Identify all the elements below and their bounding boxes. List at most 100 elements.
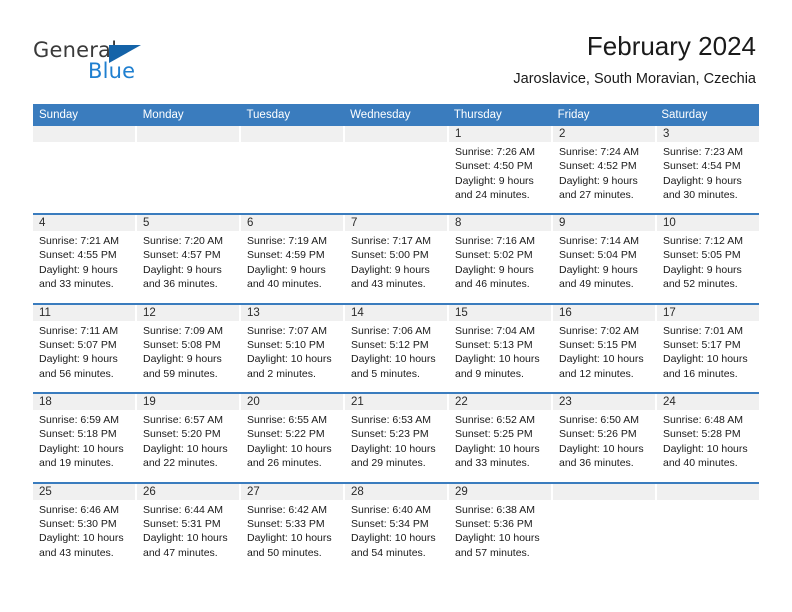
day-detail-line: and 43 minutes.: [39, 546, 114, 559]
calendar-day-cell[interactable]: 22 Sunrise: 6:52 AM Sunset: 5:25 PM Dayligh…: [449, 394, 553, 482]
calendar-day-cell-empty: [241, 126, 345, 213]
day-detail-line: and 40 minutes.: [247, 278, 322, 291]
calendar-day-cell[interactable]: 20 Sunrise: 6:55 AM Sunset: 5:22 PM Dayligh…: [241, 394, 345, 482]
day-number-band: 19: [137, 394, 239, 410]
day-detail-line: Daylight: 9 hours: [663, 263, 742, 276]
day-detail-line: Sunrise: 7:16 AM: [455, 235, 535, 247]
day-detail-line: Daylight: 10 hours: [143, 532, 228, 545]
calendar-day-cell[interactable]: 18 Sunrise: 6:59 AM Sunset: 5:18 PM Dayligh…: [33, 394, 137, 482]
day-number-band: 20: [241, 394, 343, 410]
day-details: Sunrise: 7:20 AM Sunset: 4:57 PM Daylight:…: [137, 231, 239, 292]
calendar-day-cell[interactable]: 16 Sunrise: 7:02 AM Sunset: 5:15 PM Dayligh…: [553, 304, 657, 392]
day-number-band: [553, 483, 655, 500]
day-detail-line: and 24 minutes.: [455, 189, 530, 202]
calendar-day-cell[interactable]: 17 Sunrise: 7:01 AM Sunset: 5:17 PM Dayligh…: [657, 304, 759, 392]
day-number-band: 25: [33, 483, 135, 500]
day-detail-line: Sunset: 5:13 PM: [455, 338, 533, 351]
day-details: [33, 142, 135, 145]
calendar-day-cell[interactable]: 8 Sunrise: 7:16 AM Sunset: 5:02 PM Daylight…: [449, 215, 553, 303]
day-detail-line: and 36 minutes.: [143, 278, 218, 291]
calendar-day-cell-empty: [345, 126, 449, 213]
day-detail-line: Sunset: 5:10 PM: [247, 338, 325, 351]
day-details: Sunrise: 7:09 AM Sunset: 5:08 PM Daylight:…: [137, 321, 239, 382]
day-number: 18: [39, 396, 52, 408]
day-details: Sunrise: 7:17 AM Sunset: 5:00 PM Daylight:…: [345, 231, 447, 292]
day-details: Sunrise: 6:57 AM Sunset: 5:20 PM Daylight:…: [137, 410, 239, 471]
day-number: 19: [143, 396, 156, 408]
calendar-day-cell[interactable]: 3 Sunrise: 7:23 AM Sunset: 4:54 PM Daylight…: [657, 126, 759, 213]
calendar-table: Sunday Monday Tuesday Wednesday Thursday Frid…: [33, 104, 759, 573]
calendar-day-cell[interactable]: 25 Sunrise: 6:46 AM Sunset: 5:30 PM Dayligh…: [33, 483, 137, 573]
day-number: 27: [247, 485, 260, 498]
weekday-header-thursday: Thursday: [453, 109, 502, 121]
day-number-band: 17: [657, 304, 759, 321]
day-detail-line: Sunset: 5:08 PM: [143, 338, 221, 351]
day-details: [241, 142, 343, 145]
day-details: Sunrise: 7:21 AM Sunset: 4:55 PM Daylight:…: [33, 231, 135, 292]
calendar-day-cell[interactable]: 11 Sunrise: 7:11 AM Sunset: 5:07 PM Dayligh…: [33, 304, 137, 392]
location-subtitle: Jaroslavice, South Moravian, Czechia: [513, 71, 756, 87]
day-detail-line: Sunrise: 6:57 AM: [143, 414, 223, 426]
calendar-day-cell[interactable]: 4 Sunrise: 7:21 AM Sunset: 4:55 PM Daylight…: [33, 215, 137, 303]
day-detail-line: Sunrise: 7:11 AM: [39, 324, 119, 337]
day-number-band: 3: [657, 126, 759, 142]
day-detail-line: Sunrise: 6:40 AM: [351, 503, 431, 516]
day-number-band: 21: [345, 394, 447, 410]
page-title: February 2024: [586, 31, 756, 61]
day-detail-line: Sunrise: 6:59 AM: [39, 414, 119, 426]
day-detail-line: Sunrise: 7:23 AM: [663, 146, 743, 158]
day-detail-line: Daylight: 9 hours: [663, 174, 742, 187]
day-detail-line: Daylight: 9 hours: [455, 174, 534, 187]
day-detail-line: Sunrise: 6:52 AM: [455, 414, 535, 426]
calendar-day-cell[interactable]: 21 Sunrise: 6:53 AM Sunset: 5:23 PM Dayligh…: [345, 394, 449, 482]
calendar-week-row: 11 Sunrise: 7:11 AM Sunset: 5:07 PM Dayligh…: [33, 304, 759, 394]
day-detail-line: and 33 minutes.: [39, 278, 114, 291]
calendar-day-cell[interactable]: 10 Sunrise: 7:12 AM Sunset: 5:05 PM Dayligh…: [657, 215, 759, 303]
calendar-day-cell[interactable]: 28 Sunrise: 6:40 AM Sunset: 5:34 PM Dayligh…: [345, 483, 449, 573]
calendar-day-cell[interactable]: 19 Sunrise: 6:57 AM Sunset: 5:20 PM Dayligh…: [137, 394, 241, 482]
day-detail-line: Sunrise: 6:53 AM: [351, 414, 431, 426]
day-detail-line: Sunrise: 7:21 AM: [39, 235, 119, 247]
day-number: 23: [559, 396, 572, 408]
calendar-day-cell[interactable]: 6 Sunrise: 7:19 AM Sunset: 4:59 PM Daylight…: [241, 215, 345, 303]
day-number: 17: [663, 306, 676, 319]
day-details: [553, 500, 655, 503]
calendar-day-cell[interactable]: 26 Sunrise: 6:44 AM Sunset: 5:31 PM Dayligh…: [137, 483, 241, 573]
calendar-day-cell-empty: [657, 483, 759, 573]
calendar-day-cell[interactable]: 5 Sunrise: 7:20 AM Sunset: 4:57 PM Daylight…: [137, 215, 241, 303]
calendar-day-cell[interactable]: 12 Sunrise: 7:09 AM Sunset: 5:08 PM Dayligh…: [137, 304, 241, 392]
day-details: Sunrise: 7:02 AM Sunset: 5:15 PM Daylight:…: [553, 321, 655, 382]
day-number-band: 24: [657, 394, 759, 410]
day-detail-line: Sunrise: 7:02 AM: [559, 324, 639, 337]
day-details: Sunrise: 7:23 AM Sunset: 4:54 PM Daylight:…: [657, 142, 759, 203]
calendar-day-cell[interactable]: 27 Sunrise: 6:42 AM Sunset: 5:33 PM Dayligh…: [241, 483, 345, 573]
day-detail-line: and 9 minutes.: [455, 367, 524, 380]
day-detail-line: Sunset: 5:20 PM: [143, 428, 221, 441]
calendar-day-cell[interactable]: 15 Sunrise: 7:04 AM Sunset: 5:13 PM Dayligh…: [449, 304, 553, 392]
calendar-day-cell[interactable]: 13 Sunrise: 7:07 AM Sunset: 5:10 PM Dayligh…: [241, 304, 345, 392]
day-details: Sunrise: 7:14 AM Sunset: 5:04 PM Daylight:…: [553, 231, 655, 292]
calendar-day-cell[interactable]: 24 Sunrise: 6:48 AM Sunset: 5:28 PM Dayligh…: [657, 394, 759, 482]
day-number: 13: [247, 306, 260, 319]
day-number-band: 1: [449, 126, 551, 142]
day-number-band: 14: [345, 304, 447, 321]
day-number-band: 15: [449, 304, 551, 321]
calendar-day-cell[interactable]: 2 Sunrise: 7:24 AM Sunset: 4:52 PM Daylight…: [553, 126, 657, 213]
weekday-header-tuesday: Tuesday: [246, 109, 291, 121]
day-number: 22: [455, 396, 468, 408]
day-number: 15: [455, 306, 468, 319]
day-detail-line: Sunrise: 7:01 AM: [663, 324, 743, 337]
calendar-day-cell[interactable]: 23 Sunrise: 6:50 AM Sunset: 5:26 PM Dayligh…: [553, 394, 657, 482]
day-detail-line: Sunset: 5:07 PM: [39, 338, 117, 351]
calendar-page: General Blue February 2024 Jaroslavice, …: [0, 0, 792, 612]
day-number-band: 11: [33, 304, 135, 321]
day-detail-line: and 2 minutes.: [247, 367, 316, 380]
calendar-day-cell[interactable]: 14 Sunrise: 7:06 AM Sunset: 5:12 PM Dayligh…: [345, 304, 449, 392]
calendar-day-cell[interactable]: 1 Sunrise: 7:26 AM Sunset: 4:50 PM Daylight…: [449, 126, 553, 213]
calendar-day-cell[interactable]: 9 Sunrise: 7:14 AM Sunset: 5:04 PM Daylight…: [553, 215, 657, 303]
day-number-band: 23: [553, 394, 655, 410]
calendar-day-cell[interactable]: 7 Sunrise: 7:17 AM Sunset: 5:00 PM Daylight…: [345, 215, 449, 303]
general-blue-logo[interactable]: General Blue: [33, 38, 233, 84]
calendar-day-cell[interactable]: 29 Sunrise: 6:38 AM Sunset: 5:36 PM Dayligh…: [449, 483, 553, 573]
day-number-band: 18: [33, 394, 135, 410]
